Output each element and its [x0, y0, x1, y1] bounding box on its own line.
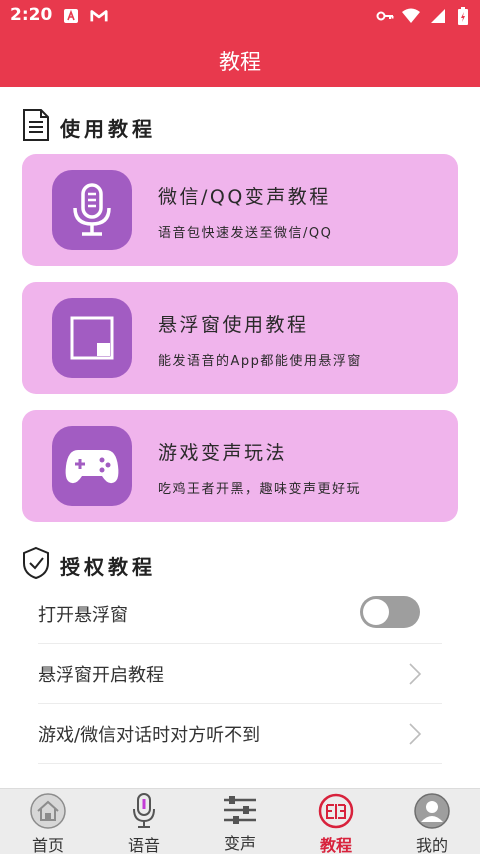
card-subtitle: 语音包快速发送至微信/QQ [158, 226, 333, 241]
document-icon [22, 108, 50, 146]
nav-item-home[interactable]: 首页 [0, 789, 96, 854]
status-time: 2:20 [10, 5, 53, 25]
gmail-icon [90, 7, 108, 25]
user-avatar-icon [413, 792, 451, 830]
floating-window-toggle-row: 打开悬浮窗 [38, 584, 442, 644]
status-right-icons [376, 7, 472, 25]
toggle-knob [363, 599, 389, 625]
card-game-voice[interactable]: 游戏变声玩法 吃鸡王者开黑，趣味变声更好玩 [22, 410, 458, 522]
wifi-icon [402, 7, 420, 25]
tutorial-book-icon [317, 792, 355, 830]
tutorial-section-header: 使用教程 [22, 108, 156, 146]
nav-label: 我的 [415, 836, 448, 854]
nav-item-voice-changer[interactable]: 变声 [192, 789, 288, 854]
call-audio-issue-row[interactable]: 游戏/微信对话时对方听不到 [38, 704, 442, 764]
home-icon [29, 792, 67, 830]
nav-item-voice[interactable]: 语音 [96, 789, 192, 854]
auth-section-title: 授权教程 [60, 554, 156, 579]
row-label: 悬浮窗开启教程 [38, 665, 164, 686]
card-title: 微信/QQ变声教程 [158, 186, 331, 208]
card-subtitle: 吃鸡王者开黑，趣味变声更好玩 [158, 482, 362, 497]
nav-label: 教程 [319, 836, 352, 854]
row-label: 游戏/微信对话时对方听不到 [38, 725, 261, 746]
status-bar: 2:20 [0, 0, 480, 32]
row-label: 打开悬浮窗 [38, 605, 128, 626]
chevron-right-icon [408, 662, 422, 690]
card-floating-window[interactable]: 悬浮窗使用教程 能发语音的App都能使用悬浮窗 [22, 282, 458, 394]
floating-window-toggle[interactable] [360, 596, 420, 628]
nav-label: 变声 [223, 834, 256, 853]
floating-window-icon [52, 298, 132, 378]
card-subtitle: 能发语音的App都能使用悬浮窗 [158, 354, 362, 369]
card-wechat-qq-voice[interactable]: 微信/QQ变声教程 语音包快速发送至微信/QQ [22, 154, 458, 266]
sliders-icon [222, 792, 258, 828]
signal-icon [428, 7, 446, 25]
microphone-icon [52, 170, 132, 250]
card-title: 游戏变声玩法 [158, 442, 288, 464]
nav-label: 语音 [127, 836, 160, 854]
auth-section-header: 授权教程 [22, 546, 156, 584]
nav-label: 首页 [31, 836, 64, 854]
shield-check-icon [22, 546, 50, 584]
tutorial-section-title: 使用教程 [60, 116, 156, 141]
floating-window-guide-row[interactable]: 悬浮窗开启教程 [38, 644, 442, 704]
nav-item-me[interactable]: 我的 [384, 789, 480, 854]
battery-icon [454, 7, 472, 25]
nav-item-tutorial[interactable]: 教程 [288, 789, 384, 854]
key-icon [376, 7, 394, 25]
card-title: 悬浮窗使用教程 [158, 314, 309, 336]
app-bar: 教程 [0, 32, 480, 87]
chevron-right-icon [408, 722, 422, 750]
a-badge-icon [62, 7, 80, 25]
page-title: 教程 [219, 50, 261, 74]
status-left-icons [62, 7, 108, 25]
bottom-nav: 首页 语音 变声 教程 我的 [0, 788, 480, 854]
gamepad-icon [52, 426, 132, 506]
microphone-icon [131, 792, 157, 830]
